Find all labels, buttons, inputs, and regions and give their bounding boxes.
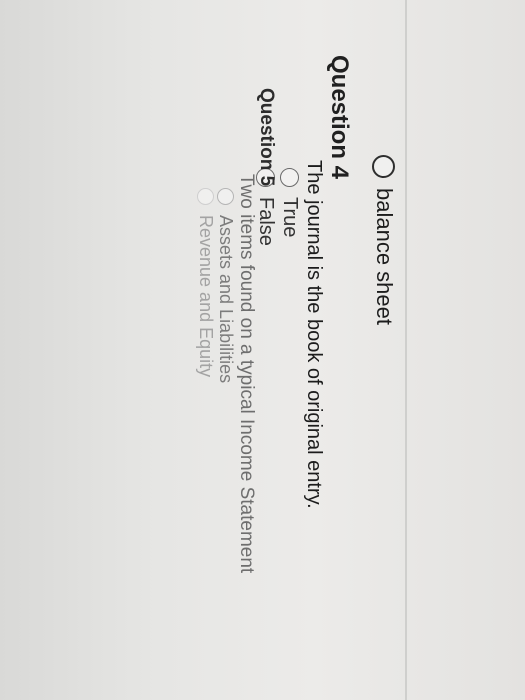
option-label: Assets and Liabilities xyxy=(216,215,236,384)
option-label: True xyxy=(279,197,301,238)
quiz-page: balance sheet Question 4 The journal is … xyxy=(0,0,525,700)
question-5-title: Question 5 xyxy=(256,88,277,187)
radio-button[interactable] xyxy=(372,155,396,178)
option-revenue-equity[interactable]: Revenue and Equity xyxy=(195,188,216,377)
section-divider xyxy=(405,0,407,700)
option-assets-liabilities[interactable]: Assets and Liabilities xyxy=(215,188,236,383)
radio-button[interactable] xyxy=(197,188,214,205)
option-balance-sheet[interactable]: balance sheet xyxy=(371,155,397,325)
option-label: False xyxy=(255,197,277,246)
option-true[interactable]: True xyxy=(278,168,301,237)
question-4-title: Question 4 xyxy=(326,55,353,180)
radio-button[interactable] xyxy=(217,188,234,205)
radio-button[interactable] xyxy=(280,168,299,187)
option-label: Revenue and Equity xyxy=(196,215,216,378)
question-4-prompt: The journal is the book of original entr… xyxy=(303,160,325,509)
option-label: balance sheet xyxy=(372,188,397,325)
question-5-prompt: Two items found on a typical Income Stat… xyxy=(236,174,257,574)
